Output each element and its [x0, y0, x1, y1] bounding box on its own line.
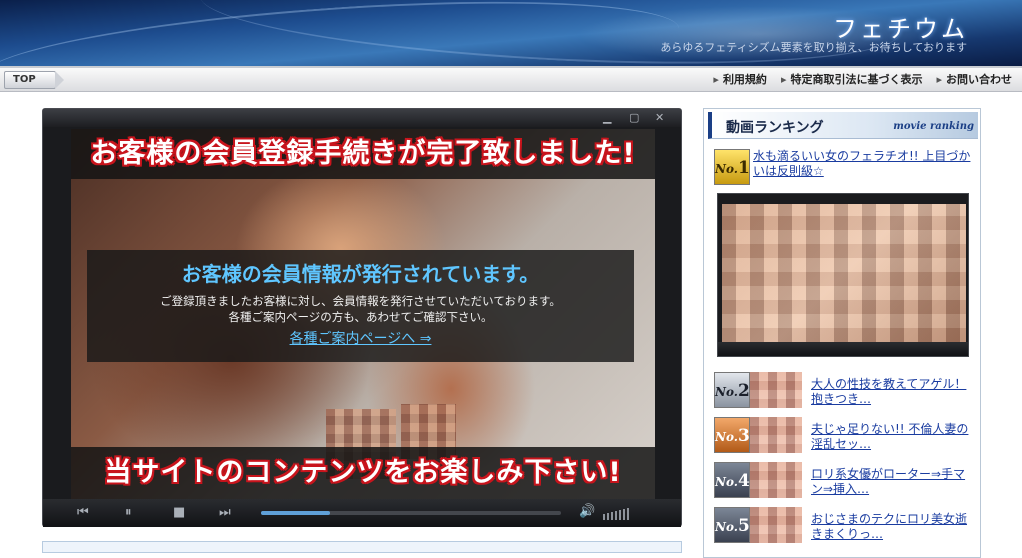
- minimize-icon[interactable]: ▁: [603, 111, 611, 124]
- nav-links: 利用規約 特定商取引法に基づく表示 お問い合わせ: [713, 71, 1012, 88]
- guide-page-link[interactable]: 各種ご案内ページへ ⇒: [290, 328, 432, 348]
- nav-link-terms[interactable]: 利用規約: [713, 71, 767, 88]
- nav-top-arrow-icon: [55, 71, 64, 89]
- nav-link-commercial-law[interactable]: 特定商取引法に基づく表示: [781, 71, 922, 88]
- player-controls: ⏮ ⏸ ■ ⏭ 🔊: [43, 499, 681, 527]
- rank-badge-5: No.5: [714, 507, 750, 543]
- nav-link-contact[interactable]: お問い合わせ: [936, 71, 1012, 88]
- movie-ranking-panel: 動画ランキング movie ranking No.1 水も滴るいい女のフェラチオ…: [703, 108, 981, 558]
- ranking-item-3-link[interactable]: 夫じゃ足りない!! 不倫人妻の淫乱セッ…: [811, 422, 971, 452]
- stop-icon[interactable]: ■: [173, 505, 185, 520]
- preview-controls: [718, 342, 968, 356]
- content-panel-edge: [42, 541, 682, 553]
- previous-icon[interactable]: ⏮: [77, 505, 89, 520]
- pause-icon[interactable]: ⏸: [125, 505, 132, 520]
- rank-badge-1: No.1: [714, 149, 750, 185]
- video-player: ▁ ▢ ✕ お客様の会員登録手続きが完了致しました! お客様の会員情報が発行され…: [42, 108, 682, 527]
- rank-badge-3: No.3: [714, 417, 750, 453]
- volume-level[interactable]: [603, 508, 629, 520]
- volume-icon[interactable]: 🔊: [579, 504, 595, 519]
- ranking-subtitle: movie ranking: [893, 121, 974, 132]
- nav-top-button[interactable]: TOP: [4, 71, 56, 89]
- next-icon[interactable]: ⏭: [219, 505, 231, 520]
- maximize-icon[interactable]: ▢: [629, 111, 639, 124]
- ranking-item-5-link[interactable]: おじさまのテクにロリ美女逝きまくりっ…: [811, 512, 971, 542]
- ranking-item-3-thumbnail[interactable]: [750, 417, 802, 453]
- rank-badge-4: No.4: [714, 462, 750, 498]
- ranking-header: 動画ランキング movie ranking: [708, 112, 978, 139]
- video-screen[interactable]: お客様の会員登録手続きが完了致しました! お客様の会員情報が発行されています。 …: [71, 129, 655, 499]
- preview-video[interactable]: [722, 204, 966, 342]
- ranking-title: 動画ランキング: [726, 120, 824, 136]
- ranking-item-2-link[interactable]: 大人の性技を教えてアゲル！ 抱きつき…: [811, 377, 971, 407]
- global-nav: TOP 利用規約 特定商取引法に基づく表示 お問い合わせ: [0, 68, 1022, 92]
- ranking-item-1-link[interactable]: 水も滴るいい女のフェラチオ!! 上目づかいは反則級☆: [753, 149, 975, 179]
- ranking-item-4-thumbnail[interactable]: [750, 462, 802, 498]
- info-title: お客様の会員情報が発行されています。: [181, 262, 540, 286]
- headline-bottom: 当サイトのコンテンツをお楽しみ下さい!: [104, 457, 622, 488]
- info-line: 各種ご案内ページの方も、あわせてご確認下さい。: [228, 310, 493, 324]
- ranking-item-1-preview[interactable]: [717, 193, 969, 357]
- player-titlebar: ▁ ▢ ✕: [43, 109, 681, 127]
- headline-top: お客様の会員登録手続きが完了致しました!: [90, 138, 636, 169]
- member-info-box: お客様の会員情報が発行されています。 ご登録頂きましたお客様に対し、会員情報を発…: [87, 250, 634, 362]
- close-icon[interactable]: ✕: [655, 111, 664, 124]
- site-header: フェチウム あらゆるフェティシズム要素を取り揃え、お待ちしております: [0, 0, 1022, 68]
- ranking-item-5-thumbnail[interactable]: [750, 507, 802, 543]
- seek-bar[interactable]: [261, 511, 561, 515]
- seek-progress: [261, 511, 330, 515]
- ranking-item-4-link[interactable]: ロリ系女優がローター⇒手マン⇒挿入…: [811, 467, 971, 497]
- ranking-item-2-thumbnail[interactable]: [750, 372, 802, 408]
- rank-badge-2: No.2: [714, 372, 750, 408]
- headline-top-banner: お客様の会員登録手続きが完了致しました!: [71, 129, 655, 179]
- headline-bottom-banner: 当サイトのコンテンツをお楽しみ下さい!: [71, 447, 655, 499]
- info-line: ご登録頂きましたお客様に対し、会員情報を発行させていただいております。: [160, 294, 561, 308]
- site-tagline: あらゆるフェティシズム要素を取り揃え、お待ちしております: [660, 41, 967, 54]
